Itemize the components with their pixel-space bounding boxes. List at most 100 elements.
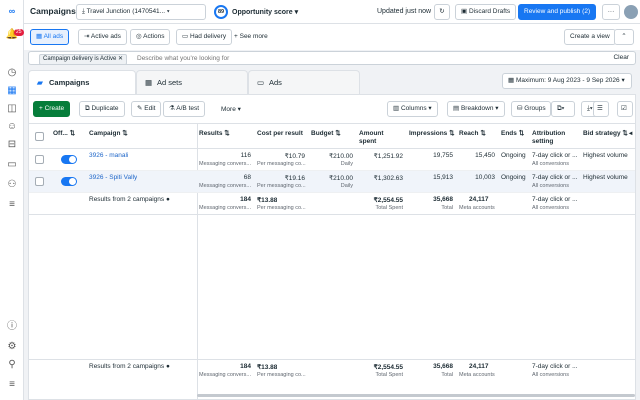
billing-icon[interactable]: ▭ <box>5 158 19 172</box>
totals-cost-sub: Per messaging co... <box>257 372 306 378</box>
notifications-badge: 25 <box>14 29 24 36</box>
ads-manager-icon[interactable]: ⊟ <box>5 138 19 152</box>
breakdown-button[interactable]: ▤ Breakdown ▾ <box>447 101 505 117</box>
top-header: Campaigns ⤓ Travel Junction (1470541... … <box>24 0 640 24</box>
notifications-icon[interactable]: 🔔 25 <box>5 28 24 42</box>
totals-cost: ₹13.88 <box>257 364 278 371</box>
totals-label: Results from 2 campaigns ● <box>89 363 170 370</box>
more-options-button[interactable]: ··· <box>602 4 620 20</box>
col-reach[interactable]: Reach ⇅ <box>459 130 486 138</box>
see-more-link[interactable]: + See more <box>234 33 268 40</box>
help-icon[interactable]: ⓘ <box>5 320 19 334</box>
reach-value: 15,450 <box>475 152 495 159</box>
totals-spent: ₹2,554.55 <box>373 364 403 371</box>
duplicate-button[interactable]: ⧉ Duplicate <box>79 101 125 117</box>
attribution-sub: All conversions <box>532 183 569 189</box>
totals-reach-sub: Meta accounts <box>459 372 495 378</box>
date-range-picker[interactable]: ▦ Maximum: 9 Aug 2023 - 9 Sep 2026 ▾ <box>502 73 632 89</box>
col-off-on[interactable]: Off... ⇅ <box>53 130 75 138</box>
account-selector[interactable]: ⤓ Travel Junction (1470541... ▾ <box>76 4 206 20</box>
reach-value: 10,003 <box>475 174 495 181</box>
tab-ads[interactable]: ▭ Ads <box>248 70 360 94</box>
info-icon[interactable]: ● <box>166 196 170 203</box>
results-value: 116 <box>240 152 251 159</box>
search-icon[interactable]: ⚲ <box>5 358 19 372</box>
review-publish-button[interactable]: Review and publish (2) <box>518 4 597 20</box>
col-bid-strategy[interactable]: Bid strategy ⇅ <box>583 130 628 138</box>
row-checkbox[interactable] <box>35 177 44 186</box>
views-bar: ▦ All ads ⇥ Active ads ◎ Actions ▭ Had d… <box>24 24 640 50</box>
col-budget[interactable]: Budget ⇅ <box>311 130 341 138</box>
account-icon[interactable]: ◷ <box>5 66 19 80</box>
chevron-right-icon[interactable]: ◂ <box>629 130 632 138</box>
campaign-toggle[interactable] <box>61 155 77 164</box>
download-icon: ⤓▾ <box>587 105 593 112</box>
left-nav-rail: ∞ 🔔 25 ◷ ▦ ◫ ☺ ⊟ ▭ ⚇ ≡ ⓘ ⚙ ⚲ ≡ <box>0 0 24 400</box>
col-ends[interactable]: Ends ⇅ <box>501 130 524 138</box>
filter-search-input[interactable] <box>137 53 437 63</box>
col-impressions[interactable]: Impressions ⇅ <box>409 130 455 138</box>
opportunity-score-badge[interactable]: 89 <box>214 5 228 19</box>
more-button[interactable]: More ▾ <box>221 105 241 113</box>
business-icon[interactable]: ⚇ <box>5 178 19 192</box>
campaigns-icon[interactable]: ▦ <box>5 84 19 98</box>
view-had-delivery[interactable]: ▭ Had delivery <box>176 29 233 45</box>
arrow-icon: ⇥ <box>84 33 91 40</box>
attribution-value: 7-day click or ... <box>532 152 578 159</box>
totals-results-sub: Messaging convers... <box>199 205 251 211</box>
totals-row: Results from 2 campaigns ● 184 Messaging… <box>29 193 635 215</box>
columns-button[interactable]: ▥ Columns ▾ <box>387 101 438 117</box>
campaign-name-link[interactable]: 3926 - manali <box>89 152 128 159</box>
dashboard-icon[interactable]: ◫ <box>5 102 19 116</box>
view-active-ads[interactable]: ⇥ Active ads <box>78 29 127 45</box>
avatar[interactable] <box>624 5 638 19</box>
col-cost-per-result[interactable]: Cost per result <box>257 130 307 138</box>
menu-icon[interactable]: ≡ <box>5 198 19 212</box>
collapse-button[interactable]: ⌃ <box>614 29 634 45</box>
groups-button[interactable]: ⛁ Groups <box>511 101 551 117</box>
filter-sliders-button[interactable]: ☰ <box>593 101 609 117</box>
audiences-icon[interactable]: ☺ <box>5 120 19 134</box>
refresh-button[interactable]: ↻ <box>434 4 450 20</box>
campaign-name-link[interactable]: 3926 - Spiti Vally <box>89 174 137 181</box>
discard-icon: ▣ <box>461 8 469 15</box>
select-all-button[interactable]: ☑ <box>617 101 633 117</box>
report-button[interactable]: ⧉▾ <box>551 101 575 117</box>
tab-ad-sets[interactable]: ▦ Ad sets <box>136 70 248 94</box>
clear-filters-link[interactable]: Clear <box>613 54 629 61</box>
meta-logo-icon[interactable]: ∞ <box>5 4 19 18</box>
create-button[interactable]: + Create <box>33 101 71 117</box>
totals-results: 184 <box>240 196 251 203</box>
table-row[interactable]: 3926 - manali 116 Messaging convers... ₹… <box>29 149 635 171</box>
campaigns-panel: + Create ⧉ Duplicate ✎ Edit ⚗ A/B test M… <box>28 94 636 400</box>
campaign-toggle[interactable] <box>61 177 77 186</box>
select-all-checkbox[interactable] <box>35 132 44 141</box>
edit-button[interactable]: ✎ Edit <box>131 101 162 117</box>
col-results[interactable]: Results ⇅ <box>199 130 230 138</box>
opportunity-score-label[interactable]: Opportunity score ▾ <box>232 8 298 16</box>
row-checkbox[interactable] <box>35 155 44 164</box>
filter-chip[interactable]: Campaign delivery is Active ✕ <box>39 54 128 65</box>
info-icon[interactable]: ● <box>166 363 170 370</box>
view-all-ads[interactable]: ▦ All ads <box>30 29 70 45</box>
col-amount-spent[interactable]: Amount spent <box>359 130 399 146</box>
action-bar: + Create ⧉ Duplicate ✎ Edit ⚗ A/B test M… <box>29 95 635 123</box>
ab-test-button[interactable]: ⚗ A/B test <box>163 101 206 117</box>
totals-spent: ₹2,554.55 <box>373 197 403 204</box>
view-actions[interactable]: ◎ Actions <box>130 29 171 45</box>
impressions-value: 15,913 <box>433 174 453 181</box>
folder-icon: ▰ <box>37 78 43 87</box>
more-icon[interactable]: ≡ <box>5 378 19 392</box>
close-icon[interactable]: ✕ <box>118 56 123 62</box>
create-view-button[interactable]: Create a view <box>564 29 616 45</box>
table-row[interactable]: 3926 - Spiti Vally 68 Messaging convers.… <box>29 171 635 193</box>
totals-spent-sub: Total Spent <box>375 205 403 211</box>
discard-drafts-button[interactable]: ▣ Discard Drafts <box>455 4 517 20</box>
columns-icon: ▥ <box>393 105 401 112</box>
totals-impressions: 35,668 <box>433 196 453 203</box>
settings-icon[interactable]: ⚙ <box>5 340 19 354</box>
col-attribution[interactable]: Attribution setting <box>532 130 580 146</box>
horizontal-scrollbar[interactable] <box>197 394 635 397</box>
col-campaign[interactable]: Campaign ⇅ <box>89 130 128 138</box>
tab-campaigns[interactable]: ▰ Campaigns <box>28 70 136 94</box>
